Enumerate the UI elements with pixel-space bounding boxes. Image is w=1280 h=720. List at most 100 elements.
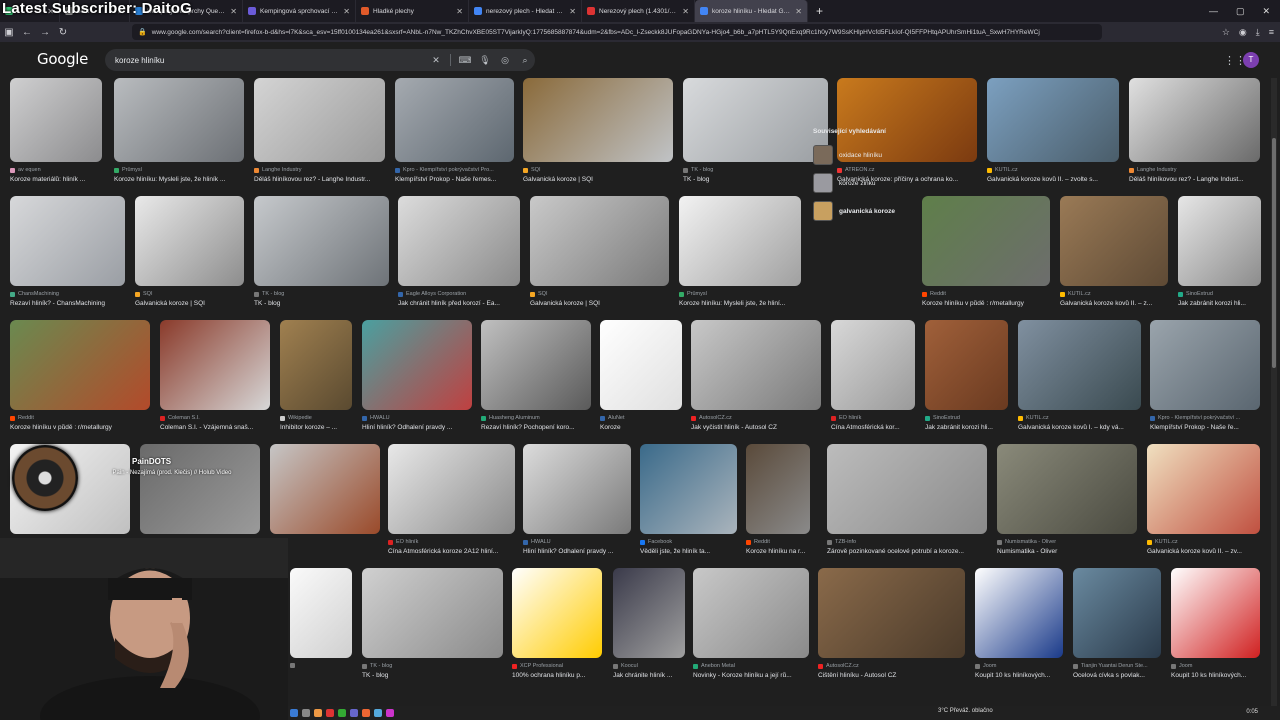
image-result[interactable]: Eagle Alloys Corporation Jak chránit hlin… [398,196,520,316]
taskbar-clock[interactable]: 0:05 [1246,709,1258,715]
image-source[interactable]: Huasheng Aluminum [481,415,591,421]
image-source[interactable]: XCP Professional [512,663,602,669]
search-icon[interactable]: ⌕ [515,55,535,66]
image-title[interactable]: Děláš hliníkovou rez? - Langhe Indust... [1129,176,1260,183]
microphone-icon[interactable]: 🎙 [475,55,495,66]
image-title[interactable]: Numismatika - Oliver [997,548,1137,555]
taskbar-app-icon[interactable] [302,709,310,717]
scrollbar[interactable] [1271,78,1277,708]
taskbar-app-icon[interactable] [314,709,322,717]
taskbar-app-icon[interactable] [374,709,382,717]
image-source[interactable]: Joom [1171,663,1260,669]
google-logo[interactable]: Google [37,50,88,68]
image-result[interactable]: Reddit Koroze hliníku v půdě : r/metallur… [10,320,150,440]
image-title[interactable]: Galvanická koroze kovů II. – zv... [1147,548,1260,555]
image-source[interactable]: SQI [523,167,673,173]
image-source[interactable]: Koocul [613,663,685,669]
image-thumbnail[interactable] [679,196,801,286]
image-source[interactable]: ChansMachining [10,291,125,297]
image-thumbnail[interactable] [530,196,669,286]
image-title[interactable]: Koroze hliníku: Mysleli jste, že hliník … [114,176,244,183]
image-result[interactable]: ChansMachining Rezaví hliník? - ChansMach… [10,196,125,316]
image-thumbnail[interactable] [746,444,810,534]
image-title[interactable]: Hliní hliník? Odhalení pravdy ... [362,424,472,431]
image-thumbnail[interactable] [270,444,380,534]
image-source[interactable]: Anebon Metal [693,663,809,669]
image-source[interactable]: Facebook [640,539,737,545]
start-icon[interactable] [290,709,298,717]
image-result[interactable]: Joom Koupit 10 ks hliníkových... [975,568,1063,688]
image-title[interactable]: Klempířství Prokop - Naše ře... [1150,424,1260,431]
tab-close-icon[interactable]: ✕ [230,7,237,16]
image-result[interactable]: Huasheng Aluminum Rezaví hliník? Pochopen… [481,320,591,440]
image-result[interactable]: Koocul Jak chránite hliník ... [613,568,685,688]
image-source[interactable]: SinoExtrud [925,415,1008,421]
image-title[interactable]: Čína Atmosférická koroze 2A12 hliní... [388,548,515,555]
image-title[interactable]: Koroze [600,424,682,431]
forward-icon[interactable]: → [36,27,54,38]
image-thumbnail[interactable] [362,568,503,658]
image-thumbnail[interactable] [135,196,244,286]
back-icon[interactable]: ← [18,27,36,38]
image-title[interactable]: Galvanická koroze kovů II. – z... [1060,300,1168,307]
tab-close-icon[interactable]: ✕ [569,7,576,16]
image-result[interactable]: AutosolCZ.cz Jak vyčistit hliník - Autoso… [691,320,821,440]
image-thumbnail[interactable] [1073,568,1161,658]
image-thumbnail[interactable] [481,320,591,410]
image-result[interactable]: KUTIL.cz Galvanická koroze kovů II. – zv.… [1147,444,1260,564]
image-title[interactable]: Galvanická koroze | SQI [135,300,244,307]
menu-icon[interactable]: ≡ [1269,27,1274,37]
image-title[interactable]: TK - blog [683,176,828,183]
image-title[interactable]: Koroze hliníku na r... [746,548,810,555]
image-source[interactable]: Coleman S.I. [160,415,270,421]
image-result[interactable]: av equen Koroze materiálů: hliník ... [10,78,102,192]
image-source[interactable]: EO hliník [831,415,915,421]
browser-tab[interactable]: koroze hliníku - Hledat Google ✕ [695,0,808,22]
tab-close-icon[interactable]: ✕ [795,7,802,16]
image-title[interactable]: Galvanická koroze kovů I. – kdy vá... [1018,424,1141,431]
downloads-icon[interactable]: ⤓ [1256,27,1260,38]
image-thumbnail[interactable] [160,320,270,410]
image-thumbnail[interactable] [1060,196,1168,286]
image-title[interactable]: Věděli jste, že hliník ta... [640,548,737,555]
image-title[interactable]: TK - blog [362,672,503,679]
image-title[interactable]: Koupit 10 ks hliníkových... [1171,672,1260,679]
image-thumbnail[interactable] [388,444,515,534]
image-thumbnail[interactable] [10,78,102,162]
image-result[interactable]: SinoExtrud Jak zabránit korozi hli... [1178,196,1261,316]
image-result[interactable]: TK - blog TK - blog [254,196,389,316]
image-thumbnail[interactable] [254,78,385,162]
browser-tab[interactable]: Kempingová sprchovací kabina ✕ [243,0,356,22]
image-source[interactable]: Tianjin Yuantai Derun Ste... [1073,663,1161,669]
minimize-icon[interactable]: — [1209,6,1218,16]
image-thumbnail[interactable] [362,320,472,410]
image-title[interactable]: Čína Atmosférická kor... [831,424,915,431]
image-result[interactable]: Wikipedie Inhibitor koroze – ... [280,320,352,440]
image-result[interactable]: Tianjin Yuantai Derun Ste... Ocelová cívk… [1073,568,1161,688]
image-result[interactable]: SQI Galvanická koroze | SQI [135,196,244,316]
image-source[interactable]: Langhe Industry [1129,167,1260,173]
avatar[interactable]: T [1243,52,1259,68]
image-title[interactable]: Koroze hliníku v půdě : r/metallurgy [10,424,150,431]
image-result[interactable]: EO hliník Čína Atmosférická koroze 2A12 h… [388,444,515,564]
browser-tab[interactable]: Nerezový plech (1.4301/7 - 2B) ✕ [582,0,695,22]
image-thumbnail[interactable] [925,320,1008,410]
image-thumbnail[interactable] [10,196,125,286]
image-result[interactable]: EO hliník Čína Atmosférická kor... [831,320,915,440]
image-thumbnail[interactable] [640,444,737,534]
image-result[interactable]: TZB-info Žárově pozinkované ocelové potru… [827,444,987,564]
image-result[interactable] [290,568,352,688]
image-thumbnail[interactable] [997,444,1137,534]
scrollbar-thumb[interactable] [1272,138,1276,368]
image-thumbnail[interactable] [1171,568,1260,658]
image-result[interactable]: Anebon Metal Novinky - Koroze hliníku a j… [693,568,809,688]
image-title[interactable]: Děláš hliníkovou rez? - Langhe Industr..… [254,176,385,183]
image-source[interactable]: Reddit [10,415,150,421]
image-source[interactable]: EO hliník [388,539,515,545]
image-source[interactable]: Průmysl [114,167,244,173]
image-source[interactable]: AutosolCZ.cz [691,415,821,421]
image-title[interactable]: Jak chránite hliník ... [613,672,685,679]
image-thumbnail[interactable] [693,568,809,658]
image-result[interactable]: AluNet Koroze [600,320,682,440]
image-result[interactable]: Joom Koupit 10 ks hliníkových... [1171,568,1260,688]
